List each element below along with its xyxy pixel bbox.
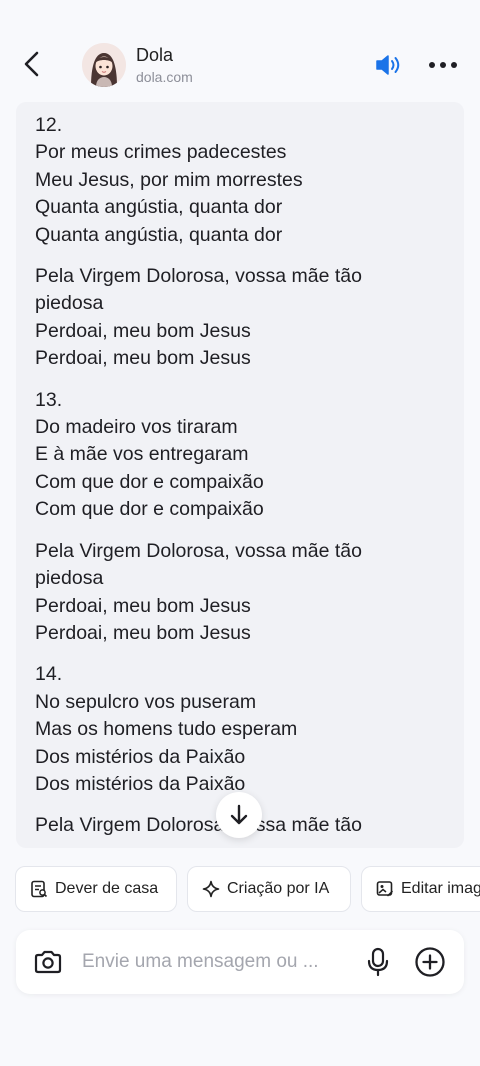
chip-label: Criação por IA xyxy=(227,880,330,897)
chip-label: Editar imagem xyxy=(401,880,480,897)
chip-homework[interactable]: Dever de casa xyxy=(15,866,177,912)
lyric-line: Perdoai, meu bom Jesus xyxy=(35,594,251,617)
suggestion-chips: Dever de casa Criação por IA Editar imag… xyxy=(0,866,480,912)
stanza: 12. Por meus crimes padecestes Meu Jesus, … xyxy=(35,112,464,249)
camera-icon xyxy=(34,950,62,974)
lyric-line: Dos mistérios da Paixão xyxy=(35,745,246,768)
chevron-left-icon xyxy=(24,51,39,77)
stanza: 14. No sepulcro vos puseram Mas os homens … xyxy=(35,661,464,798)
lyric-line: 14. xyxy=(35,663,63,686)
chat-header: Dola dola.com xyxy=(0,0,480,100)
microphone-button[interactable] xyxy=(360,944,396,980)
chip-ai-creation[interactable]: Criação por IA xyxy=(187,866,351,912)
edit-image-icon xyxy=(376,881,393,897)
message-text: 12. Por meus crimes padecestes Meu Jesus, … xyxy=(16,102,464,840)
plus-circle-icon xyxy=(415,947,445,977)
lyric-line: 13. xyxy=(35,388,63,411)
more-options-button[interactable] xyxy=(424,48,462,82)
chip-edit-image[interactable]: Editar imagem xyxy=(361,866,480,912)
stanza: Pela Virgem Dolorosa, vossa mãe tão piedo… xyxy=(35,538,464,648)
lyric-line: Do madeiro vos tiraram xyxy=(35,416,238,439)
more-horizontal-icon xyxy=(429,62,457,68)
chip-label: Dever de casa xyxy=(55,880,159,897)
lyric-line: 12. xyxy=(35,114,63,136)
lyric-line: Mas os homens tudo esperam xyxy=(35,718,298,741)
lyric-line: Quanta angústia, quanta dor xyxy=(35,223,283,246)
lyric-line: piedosa xyxy=(35,567,104,590)
back-button[interactable] xyxy=(14,46,50,82)
lyric-line: Meu Jesus, por mim morrestes xyxy=(35,168,303,191)
lyric-line: Perdoai, meu bom Jesus xyxy=(35,347,251,370)
speaker-button[interactable] xyxy=(372,48,406,82)
scroll-to-bottom-button[interactable] xyxy=(216,792,262,838)
speaker-icon xyxy=(376,55,400,75)
lyric-line: Perdoai, meu bom Jesus xyxy=(35,621,251,644)
lyric-line: No sepulcro vos puseram xyxy=(35,690,257,713)
camera-button[interactable] xyxy=(30,944,66,980)
lyric-line: E à mãe vos entregaram xyxy=(35,443,249,466)
lyric-line: Perdoai, meu bom Jesus xyxy=(35,319,251,342)
message-input[interactable] xyxy=(82,944,344,980)
lyric-line: Pela Virgem Dolorosa, vossa mãe tão xyxy=(35,539,362,562)
stanza: 13. Do madeiro vos tiraram E à mãe vos ent… xyxy=(35,387,464,524)
lyric-line: piedosa xyxy=(35,292,104,315)
attach-button[interactable] xyxy=(412,944,448,980)
stanza: Pela Virgem Dolorosa, vossa mãe tão piedo… xyxy=(35,263,464,373)
lyric-line: Quanta angústia, quanta dor xyxy=(35,196,283,219)
avatar-image xyxy=(82,43,126,87)
homework-icon xyxy=(31,880,48,898)
lyric-line: Com que dor e compaixão xyxy=(35,498,264,521)
microphone-icon xyxy=(367,947,389,977)
chat-subtitle: dola.com xyxy=(136,69,193,85)
sparkle-icon xyxy=(202,880,220,898)
chat-title: Dola xyxy=(136,45,174,65)
assistant-message: 12. Por meus crimes padecestes Meu Jesus, … xyxy=(16,102,464,848)
avatar[interactable] xyxy=(82,43,126,87)
lyric-line: Com que dor e compaixão xyxy=(35,470,264,493)
message-composer xyxy=(16,930,464,994)
lyric-line: Por meus crimes padecestes xyxy=(35,141,287,164)
lyric-line: Pela Virgem Dolorosa, vossa mãe tão xyxy=(35,265,362,288)
arrow-down-icon xyxy=(230,804,248,825)
